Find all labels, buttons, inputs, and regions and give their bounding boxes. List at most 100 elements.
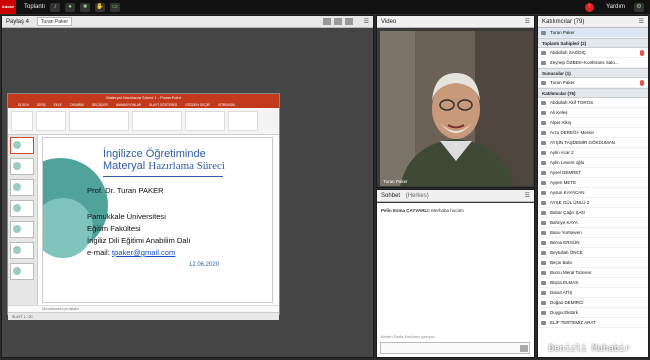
participants-count: (79): [573, 19, 585, 25]
presenters-group-header[interactable]: Sunucular (1): [538, 68, 648, 78]
chat-input[interactable]: [380, 342, 530, 354]
paragraph-group[interactable]: [132, 111, 182, 131]
self-row[interactable]: Turan Paker: [538, 28, 648, 38]
video-pod: Video ☰ Turan Paker: [376, 15, 535, 188]
speaker-icon[interactable]: ♪: [50, 2, 61, 12]
participant-row[interactable]: Doğan DEMİRCİ: [538, 298, 648, 308]
slide-thumbnail[interactable]: [10, 263, 34, 280]
participant-row[interactable]: Beytullah ÖNCE: [538, 248, 648, 258]
person-icon: [541, 191, 546, 195]
alert-badge[interactable]: !: [585, 2, 595, 12]
pod-menu-icon[interactable]: ☰: [639, 16, 644, 28]
ppt-tab[interactable]: GEÇİŞLER: [92, 102, 108, 108]
editing-group[interactable]: [228, 111, 258, 131]
slide-university: Pamukkale Üniversitesi: [87, 212, 166, 221]
participant-row[interactable]: Burcu Meral Tozeren: [538, 268, 648, 278]
person-icon: [541, 31, 546, 35]
fit-icon[interactable]: [345, 18, 353, 25]
participant-row[interactable]: Aylin Levent oğlu: [538, 158, 648, 168]
participant-row[interactable]: Ayşen METE: [538, 178, 648, 188]
participant-row[interactable]: Abdullah Akif TOROS: [538, 98, 648, 108]
ppt-tab[interactable]: ANİMASYONLAR: [116, 102, 141, 108]
participant-name: Beytullah ÖNCE: [550, 250, 583, 255]
slide-thumbnail[interactable]: [10, 137, 34, 154]
participant-row[interactable]: Aysun KAYACAN: [538, 188, 648, 198]
notes-pane[interactable]: Not eklemek için tıklatın: [8, 305, 279, 312]
slide-department: İngiliz Dili Eğitimi Anabilim Dalı: [87, 236, 191, 245]
ppt-tab[interactable]: GÖZDEN GEÇİR: [185, 102, 210, 108]
participant-row[interactable]: Turan Paker: [538, 78, 648, 88]
hand-raise-icon[interactable]: ✋: [95, 2, 106, 12]
send-icon[interactable]: [520, 345, 528, 352]
slide-thumbnail[interactable]: [10, 242, 34, 259]
participant-row[interactable]: Zeynep ÖZBEK+Konferans Salo...: [538, 58, 648, 68]
participant-row[interactable]: Arzu DEREĞİ- Mersin: [538, 128, 648, 138]
top-menu-bar: Adobe Toplantı ♪ ● ■ ✋ ▭ ! Yardım ⚙: [0, 0, 650, 14]
participant-name: Burcu Meral Tozeren: [550, 270, 592, 275]
slides-group[interactable]: [36, 111, 66, 131]
slide-thumbnail[interactable]: [10, 179, 34, 196]
participant-name: Ali Keleş: [550, 110, 568, 115]
pod-menu-icon[interactable]: ☰: [525, 16, 530, 28]
fullscreen-icon[interactable]: [334, 18, 342, 25]
meeting-menu[interactable]: Toplantı: [24, 4, 45, 10]
pod-menu-icon[interactable]: ☰: [364, 16, 369, 28]
participant-row[interactable]: AYŞİN TAŞDEMİR GÖKDUMAN: [538, 138, 648, 148]
webcam-icon[interactable]: ■: [80, 2, 91, 12]
chat-title: Sohbet: [381, 193, 401, 199]
current-slide[interactable]: İngilizce Öğretiminde Materyal Hazırlama…: [42, 137, 273, 303]
chat-body: Pelin Esma ÇAYVARLI: Merhaba hocam Birde…: [377, 203, 534, 357]
participant-row[interactable]: Davut ATİŞ: [538, 288, 648, 298]
participant-row[interactable]: Bahar Çağrı ŞAN: [538, 208, 648, 218]
font-group[interactable]: [69, 111, 129, 131]
ppt-tab[interactable]: TASARIM: [70, 102, 84, 108]
share-pod: Paylaş 4 Turan Paker ☰ Materyal Hazırlam…: [1, 15, 374, 358]
participant-row[interactable]: Beçin Balcı: [538, 258, 648, 268]
participant-row[interactable]: AYŞE GÜL ÜNLÜ 2: [538, 198, 648, 208]
participant-name: Zeynep ÖZBEK+Konferans Salo...: [550, 60, 619, 65]
slide-decoration-circle: [43, 198, 93, 258]
slide-email-link[interactable]: tpaker@gmail.com: [112, 248, 175, 257]
ppt-tab[interactable]: SLAYT GÖSTERİSİ: [149, 102, 177, 108]
ppt-tab[interactable]: GİRİŞ: [37, 102, 46, 108]
participant-row[interactable]: Aylin Acar 2: [538, 148, 648, 158]
slide-thumbnail[interactable]: [10, 221, 34, 238]
ppt-tab[interactable]: GÖRÜNÜM: [218, 102, 235, 108]
settings-icon[interactable]: ⚙: [634, 2, 644, 12]
ppt-tab[interactable]: EKLE: [54, 102, 62, 108]
ppt-ribbon: [8, 108, 279, 135]
hosts-group-header[interactable]: Toplantı Sahipleri (2): [538, 38, 648, 48]
pod-menu-icon[interactable]: ☰: [525, 190, 530, 202]
ppt-tab[interactable]: DOSYA: [18, 102, 29, 108]
drawing-group[interactable]: [185, 111, 225, 131]
participant-name: ELİF TERTEMİZ ARAT: [550, 320, 596, 325]
participant-row[interactable]: ELİF TERTEMİZ ARAT: [538, 318, 648, 328]
participant-row[interactable]: Ali Keleş: [538, 108, 648, 118]
participant-name: Abdullah Akif TOROS: [550, 100, 594, 105]
presenter-video-image: [380, 31, 533, 186]
chat-scope[interactable]: (Herkes): [406, 193, 429, 199]
slide-email-label: e-mail:: [87, 248, 110, 257]
person-icon: [541, 171, 546, 175]
participant-row[interactable]: Büşra ELMAS: [538, 278, 648, 288]
draw-icon[interactable]: [323, 18, 331, 25]
participant-name: Aylin Acar 2: [550, 150, 574, 155]
microphone-icon[interactable]: ●: [65, 2, 76, 12]
participant-name: Bahriye KAYA: [550, 220, 578, 225]
clipboard-group[interactable]: [11, 111, 33, 131]
participant-row[interactable]: Bahriye KAYA: [538, 218, 648, 228]
help-menu[interactable]: Yardım: [606, 4, 625, 10]
participant-name: Bahar Çağrı ŞAN: [550, 210, 585, 215]
share-screen-icon[interactable]: ▭: [110, 2, 121, 12]
slide-thumbnail[interactable]: [10, 200, 34, 217]
slide-thumbnail[interactable]: [10, 158, 34, 175]
participant-row[interactable]: Duygu Ekitürk: [538, 308, 648, 318]
participant-row[interactable]: Alper Alkış: [538, 118, 648, 128]
share-toolbar: [323, 18, 353, 25]
participant-row[interactable]: Abdullah SAĞDIÇ: [538, 48, 648, 58]
participant-row[interactable]: Banu Yurtseven: [538, 228, 648, 238]
attendees-group-header[interactable]: Katılımcılar (76): [538, 88, 648, 98]
participant-row[interactable]: Berna ERGÜN: [538, 238, 648, 248]
participant-row[interactable]: Aysel DEMRET: [538, 168, 648, 178]
participant-name: Alper Alkış: [550, 120, 572, 125]
